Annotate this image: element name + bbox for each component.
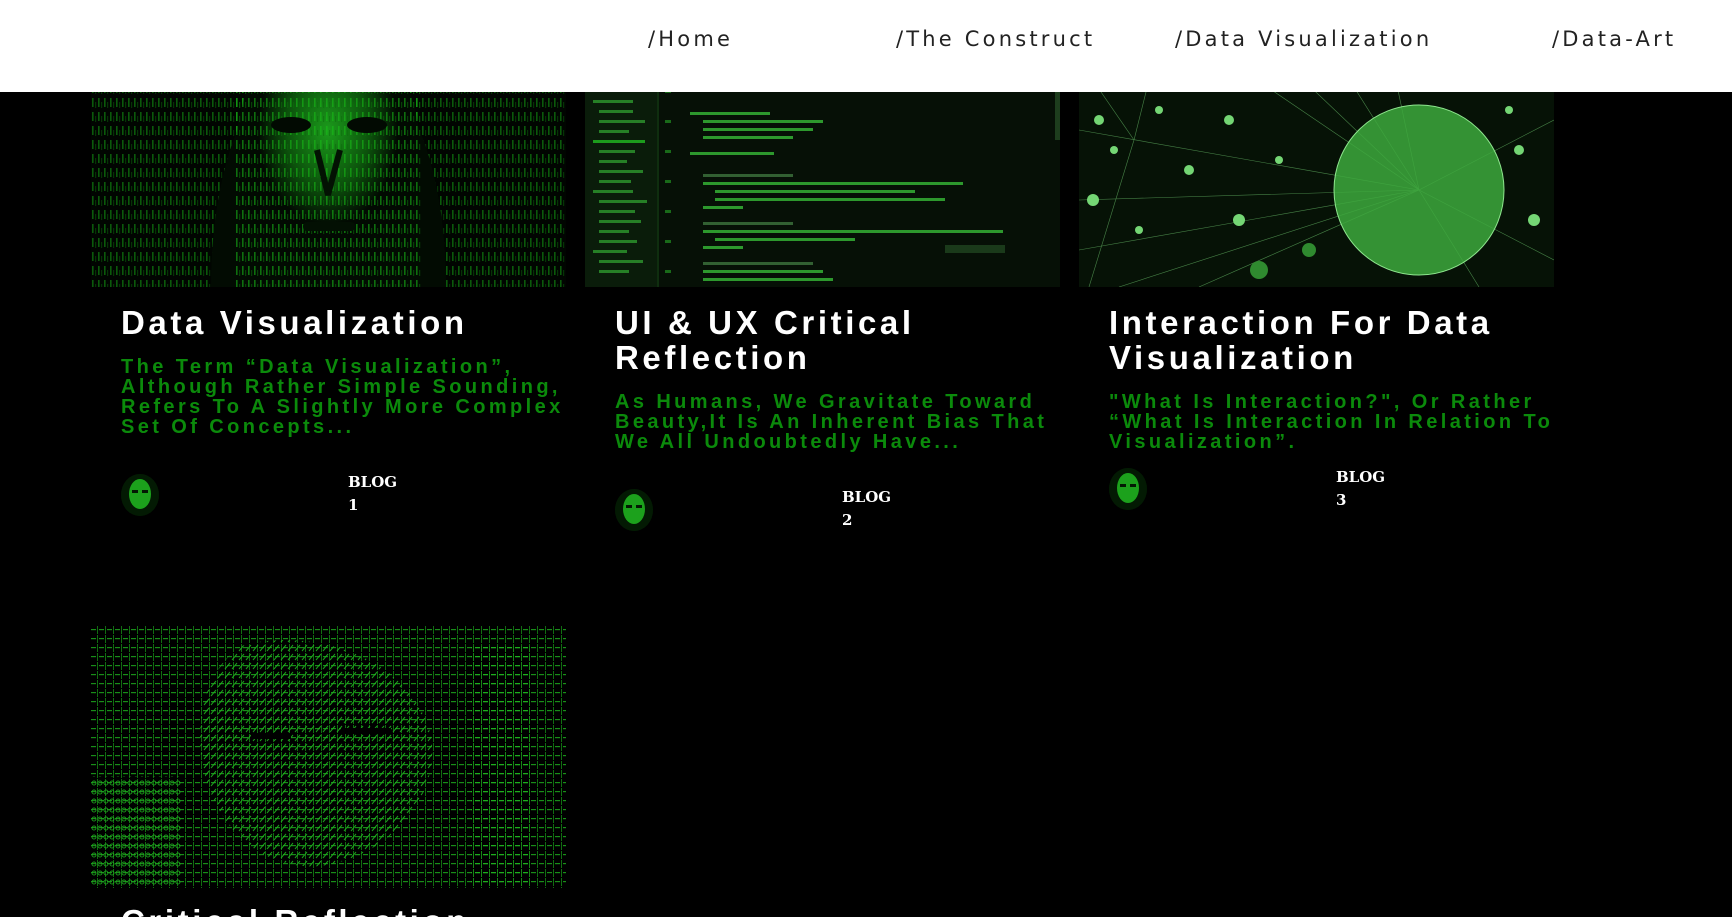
post-title[interactable]: UI & UX Critical Reflection <box>615 305 1055 375</box>
post-excerpt: As Humans, We Gravitate Toward Beauty,It… <box>615 391 1048 453</box>
post-number: 1 <box>348 496 359 514</box>
top-nav: /Home /The Construct /Data Visualization… <box>0 0 1732 92</box>
category-label: BLOG <box>1336 468 1386 486</box>
nav-home[interactable]: /Home <box>648 27 733 51</box>
nav-the-construct[interactable]: /The Construct <box>896 27 1095 51</box>
post-category: BLOG 2 <box>842 486 891 532</box>
nav-data-art[interactable]: /Data-Art <box>1552 27 1676 51</box>
category-label: BLOG <box>842 488 892 506</box>
author-avatar[interactable] <box>1109 468 1147 510</box>
post-title[interactable]: Data Visualization <box>121 305 561 340</box>
author-avatar[interactable] <box>121 474 159 516</box>
post-excerpt: "What Is Interaction?", Or Rather “What … <box>1109 391 1554 453</box>
post-title[interactable]: Interaction For Data Visualization <box>1109 305 1549 375</box>
category-label: BLOG <box>348 473 398 491</box>
post-number: 2 <box>842 511 853 529</box>
nav-data-visualization[interactable]: /Data Visualization <box>1175 27 1432 51</box>
post-title[interactable]: Critical Reflection <box>121 904 561 917</box>
post-number: 3 <box>1336 491 1347 509</box>
post-thumbnail-ascii-art[interactable] <box>91 626 566 888</box>
author-avatar[interactable] <box>615 489 653 531</box>
post-category: BLOG 1 <box>348 471 397 517</box>
post-excerpt: The Term “Data Visualization”, Although … <box>121 356 564 438</box>
post-category: BLOG 3 <box>1336 466 1385 512</box>
post-card-4[interactable]: Critical Reflection <box>91 626 566 917</box>
